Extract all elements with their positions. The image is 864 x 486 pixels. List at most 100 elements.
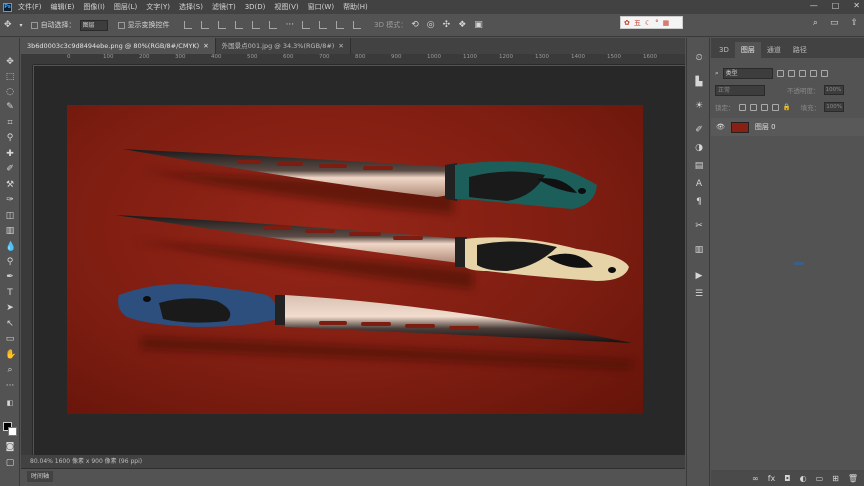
lock-artboard-icon[interactable]	[771, 103, 779, 111]
tool-presets-icon[interactable]: ✂	[693, 220, 705, 232]
blend-mode-dropdown[interactable]: 正常	[715, 84, 765, 96]
screen-mode-icon[interactable]: ▢	[5, 458, 15, 468]
clone-stamp-icon[interactable]: ⚒	[5, 180, 15, 190]
marquee-icon[interactable]: ⬚	[5, 72, 15, 82]
styles-icon[interactable]: ☰	[693, 288, 705, 300]
show-transform-checkbox[interactable]	[117, 21, 125, 29]
fill-input[interactable]: 100%	[824, 102, 845, 112]
hand-icon[interactable]: ✋	[5, 350, 16, 360]
align-center-icon[interactable]	[200, 21, 209, 29]
close-icon[interactable]: ✕	[203, 42, 208, 50]
color-icon[interactable]: ◑	[693, 142, 705, 154]
properties-icon[interactable]: ▥	[693, 244, 705, 256]
timeline-tab[interactable]: 时间轴	[27, 471, 54, 482]
adjustment-layer-icon[interactable]: ◐	[800, 474, 807, 483]
fx-icon[interactable]: fx	[768, 474, 776, 483]
rectangle-icon[interactable]: ▭	[5, 334, 15, 344]
brushes-icon[interactable]: ✐	[693, 124, 705, 136]
tab-channels[interactable]: 通道	[761, 42, 787, 58]
3d-scale-icon[interactable]: ▣	[474, 20, 483, 30]
quick-mask-icon[interactable]: ◙	[5, 442, 15, 452]
adjustment-filter-icon[interactable]	[787, 69, 795, 77]
menu-image[interactable]: 图像(I)	[83, 2, 105, 12]
layer-item[interactable]: 👁 图层 0	[711, 118, 864, 136]
vertical-ruler[interactable]	[21, 65, 33, 455]
menu-filter[interactable]: 滤镜(T)	[212, 2, 236, 12]
menu-type[interactable]: 文字(Y)	[146, 2, 170, 12]
minimize-button[interactable]: —	[810, 1, 818, 10]
history-brush-icon[interactable]: ✑	[5, 195, 15, 205]
brush-icon[interactable]: ✐	[5, 164, 15, 174]
character-icon[interactable]: A	[693, 178, 705, 190]
histogram-icon[interactable]: ▙	[693, 76, 705, 88]
history-icon[interactable]: ⏲	[693, 52, 705, 64]
lock-pixels-icon[interactable]	[738, 103, 746, 111]
menu-file[interactable]: 文件(F)	[18, 2, 42, 12]
distribute-v-icon[interactable]	[336, 21, 345, 29]
align-top-icon[interactable]	[234, 21, 243, 29]
smart-filter-icon[interactable]	[820, 69, 828, 77]
tab-document-1[interactable]: 3b6d0003c3c9d8494ebe.png @ 80%(RGB/8#/CM…	[21, 38, 216, 54]
more-options-icon[interactable]: ···	[286, 20, 295, 30]
close-window-button[interactable]: ✕	[853, 1, 860, 10]
ime-toolbar[interactable]: ✿ 五 ☾ ° ▦	[620, 16, 683, 29]
delete-icon[interactable]: 🗑	[848, 474, 858, 483]
3d-rotate-icon[interactable]: ⟲	[411, 20, 419, 30]
mask-icon[interactable]: ◘	[784, 474, 790, 483]
distribute-h-icon[interactable]	[319, 21, 328, 29]
menu-layer[interactable]: 图层(L)	[114, 2, 137, 12]
menu-help[interactable]: 帮助(H)	[343, 2, 368, 12]
menu-select[interactable]: 选择(S)	[179, 2, 203, 12]
more-tools-icon[interactable]: ···	[5, 381, 15, 391]
menu-edit[interactable]: 编辑(E)	[51, 2, 75, 12]
share-icon[interactable]: ⇪	[850, 18, 858, 28]
direct-select-icon[interactable]: ↖	[5, 319, 15, 329]
default-colors-icon[interactable]: ◧	[5, 398, 15, 408]
document-canvas[interactable]	[67, 105, 643, 414]
distribute-icon[interactable]	[302, 21, 311, 29]
workspace-icon[interactable]: ▭	[830, 18, 839, 28]
pen-icon[interactable]: ✒	[5, 272, 15, 282]
dodge-icon[interactable]: ⚲	[5, 257, 15, 267]
background-color-swatch[interactable]	[8, 427, 17, 436]
maximize-button[interactable]: □	[832, 1, 840, 10]
type-icon[interactable]: T	[5, 288, 15, 298]
crop-icon[interactable]: ⌗	[5, 118, 15, 128]
type-filter-icon[interactable]	[798, 69, 806, 77]
opacity-input[interactable]: 100%	[823, 85, 844, 95]
quick-select-icon[interactable]: ✎	[5, 102, 15, 112]
search-icon[interactable]: ⌕	[813, 18, 818, 28]
move-icon[interactable]: ✥	[5, 57, 15, 67]
menu-view[interactable]: 视图(V)	[274, 2, 298, 12]
lock-move-icon[interactable]	[760, 103, 768, 111]
group-icon[interactable]: ▭	[816, 474, 824, 483]
adjustments-icon[interactable]: ☀	[693, 100, 705, 112]
align-middle-icon[interactable]	[251, 21, 260, 29]
paragraph-icon[interactable]: ¶	[693, 196, 705, 208]
3d-pan-icon[interactable]: ✣	[443, 20, 451, 30]
zoom-icon[interactable]: ⌕	[5, 365, 15, 375]
filter-kind-dropdown[interactable]: 类型	[722, 67, 773, 79]
move-tool-icon[interactable]: ✥	[4, 20, 12, 30]
3d-slide-icon[interactable]: ❖	[458, 20, 466, 30]
tab-3d[interactable]: 3D	[713, 42, 735, 58]
close-icon[interactable]: ✕	[338, 42, 343, 50]
tab-document-2[interactable]: 外国景点001.jpg @ 34.3%(RGB/8#) ✕	[215, 38, 351, 54]
menu-window[interactable]: 窗口(W)	[308, 2, 334, 12]
lock-brush-icon[interactable]	[749, 103, 757, 111]
eyedropper-icon[interactable]: ⚲	[5, 133, 15, 143]
eraser-icon[interactable]: ◫	[5, 211, 15, 221]
pixel-filter-icon[interactable]	[776, 69, 784, 77]
link-icon[interactable]: ∞	[752, 474, 759, 483]
swatches-icon[interactable]: ▤	[693, 160, 705, 172]
horizontal-ruler[interactable]: 0 100 200 300 400 500 600 700 800 900 1000 1100 1200…	[33, 54, 685, 65]
3d-roll-icon[interactable]: ◎	[427, 20, 435, 30]
actions-icon[interactable]: ▶	[693, 270, 705, 282]
lasso-icon[interactable]: ◌	[5, 87, 15, 97]
menu-3d[interactable]: 3D(D)	[245, 3, 266, 11]
path-select-icon[interactable]: ➤	[5, 303, 15, 313]
tab-paths[interactable]: 路径	[787, 42, 813, 58]
chevron-down-icon[interactable]: ▾	[20, 22, 23, 29]
distribute-space-icon[interactable]	[353, 21, 362, 29]
align-left-icon[interactable]	[183, 21, 192, 29]
